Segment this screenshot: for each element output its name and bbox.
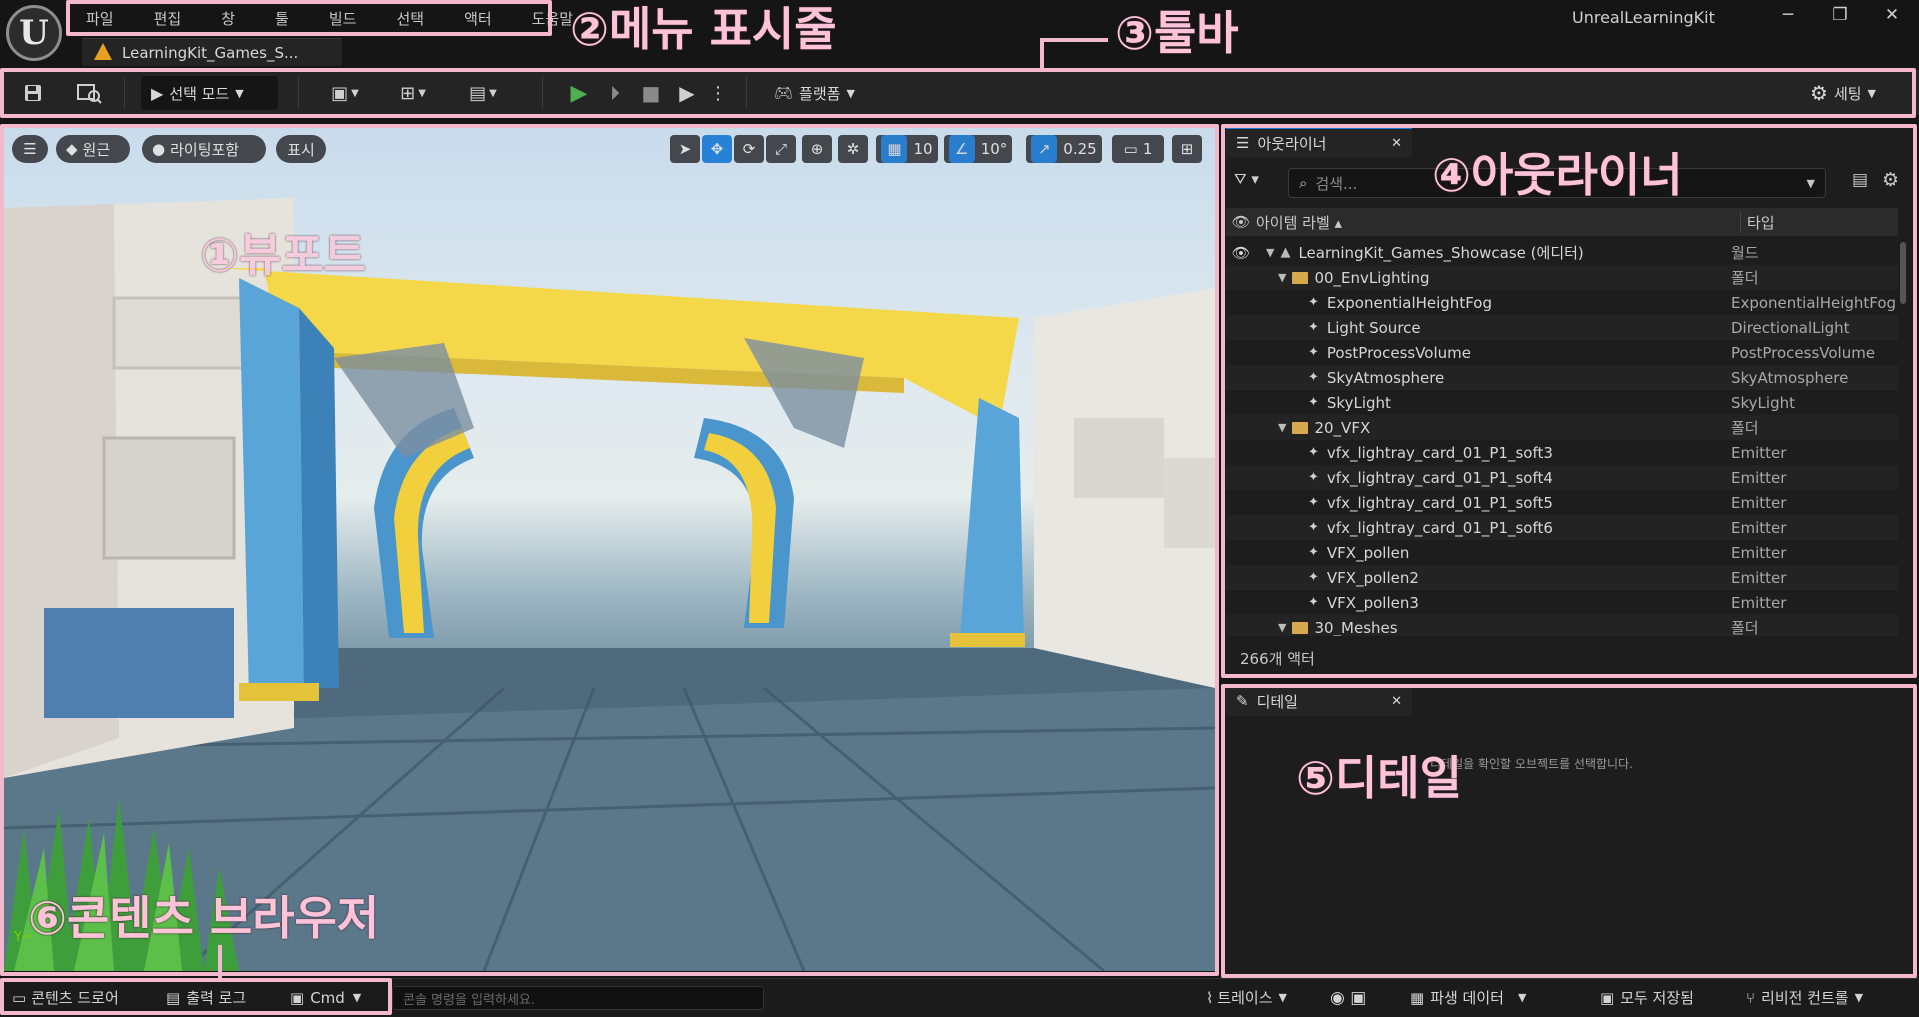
trace-dropdown[interactable]: ⌇ 트레이스 ▼ [1206,978,1287,1017]
level-tab[interactable]: LearningKit_Games_S... [82,38,342,66]
maximize-button[interactable]: ❐ [1814,0,1866,30]
database-icon: ▦ [1410,988,1425,1007]
annotation-box-menubar [66,0,552,36]
annotation-box-viewport [0,124,1219,976]
window-title: UnrealLearningKit [1572,8,1715,27]
trace-label: 트레이스 [1217,989,1273,1007]
unreal-logo-icon[interactable]: U [6,5,62,61]
console-placeholder: 콘솔 명령을 입력하세요. [403,992,535,1008]
annotation-content-browser-label: ⑥콘텐츠 브라우저 [28,891,380,945]
close-button[interactable]: ✕ [1866,0,1918,30]
trace-icon: ⌇ [1206,988,1214,1007]
annotation-box-outliner [1221,124,1917,678]
derived-data-label: 파생 데이터 [1430,989,1504,1007]
chevron-down-icon: ▼ [1278,991,1287,1004]
annotation-details-label: ⑤디테일 [1296,751,1462,805]
save-icon: ▣ [1600,988,1615,1007]
annotation-box-toolbar [0,68,1916,118]
chevron-down-icon: ▼ [1517,991,1527,1004]
derived-data-dropdown[interactable]: ▦ 파생 데이터 ▼ [1410,978,1526,1017]
annotation-box-content-browser [0,978,392,1015]
annotation-connector [1040,38,1108,42]
chevron-down-icon: ▼ [1854,991,1864,1004]
annotation-box-details [1221,684,1917,978]
annotation-connector [218,945,222,978]
annotation-viewport-label: ①뷰포트 [200,228,366,282]
console-input[interactable]: 콘솔 명령을 입력하세요. [392,986,764,1010]
revision-control-dropdown[interactable]: ⑂ 리비전 컨트롤 ▼ [1746,978,1863,1017]
level-tab-label: LearningKit_Games_S... [122,43,299,62]
save-all-label: 모두 저장됨 [1620,989,1694,1007]
annotation-menubar-label: ②메뉴 표시줄 [570,2,837,56]
save-all-button[interactable]: ▣ 모두 저장됨 [1600,978,1694,1017]
warning-icon [94,43,112,60]
annotation-outliner-label: ④아웃라이너 [1432,148,1683,202]
annotation-connector [1040,40,1044,68]
branch-icon: ⑂ [1746,988,1756,1007]
insights-icon[interactable]: ◉ ▣ [1330,978,1366,1017]
annotation-toolbar-label: ③툴바 [1115,6,1239,60]
revision-control-label: 리비전 컨트롤 [1761,989,1849,1007]
minimize-button[interactable]: ─ [1762,0,1814,30]
